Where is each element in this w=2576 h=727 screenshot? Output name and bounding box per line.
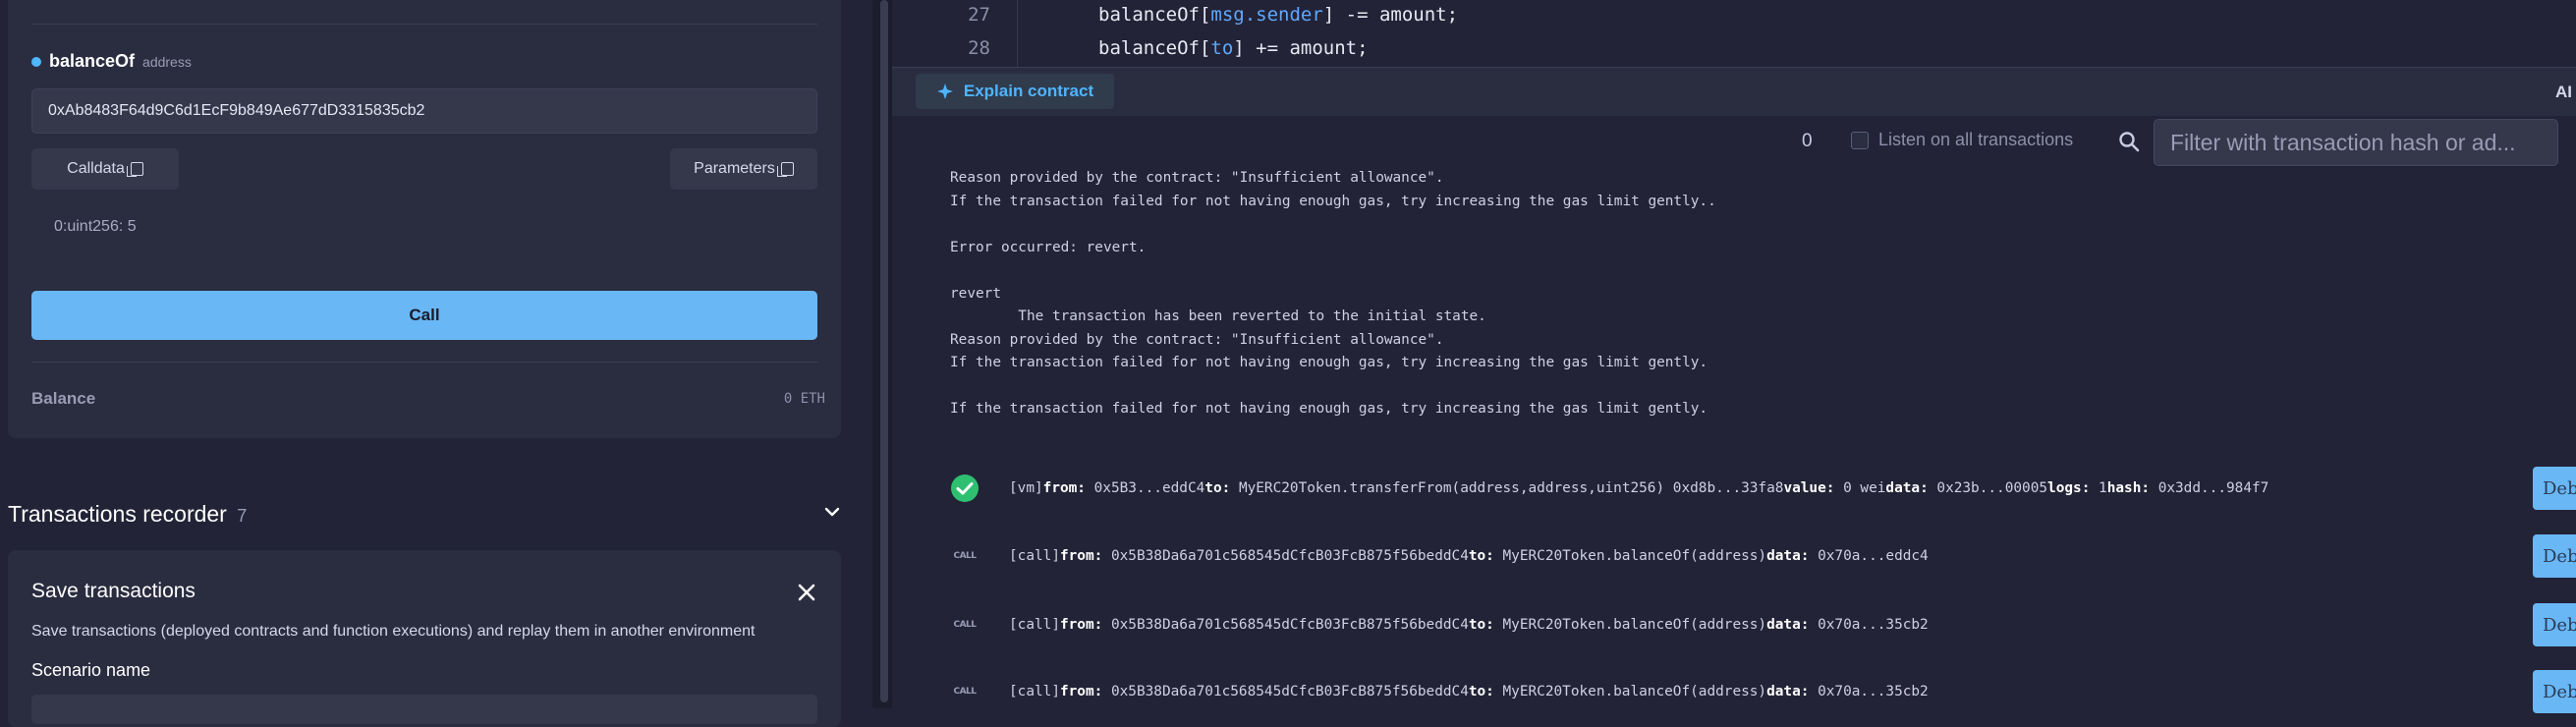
balance-value: 0 ETH bbox=[783, 391, 825, 407]
tx-to: MyERC20Token.balanceOf(address) bbox=[1502, 548, 1767, 564]
call-button[interactable]: Call bbox=[31, 291, 817, 340]
terminal-log-line: Reason provided by the contract: "Insuff… bbox=[950, 170, 1444, 186]
close-icon[interactable] bbox=[796, 582, 817, 603]
parameters-label: Parameters bbox=[694, 160, 775, 177]
calldata-copy-button[interactable]: Calldata bbox=[31, 148, 179, 190]
tx-logs: 1 bbox=[2099, 480, 2107, 496]
scenario-name-input[interactable] bbox=[31, 695, 817, 724]
function-param-type: address bbox=[142, 53, 192, 70]
search-icon[interactable] bbox=[2118, 131, 2140, 152]
divider bbox=[31, 24, 817, 25]
tx-data: 0x70a...35cb2 bbox=[1818, 684, 1929, 699]
debug-button[interactable]: Debug bbox=[2533, 603, 2576, 646]
address-input[interactable] bbox=[31, 88, 817, 134]
check-circle-icon bbox=[950, 474, 980, 503]
tx-tag: [call] bbox=[1009, 548, 1060, 564]
code-token: ] += amount; bbox=[1233, 37, 1369, 59]
debug-button[interactable]: Debug bbox=[2533, 467, 2576, 510]
transaction-row[interactable]: CALL [call] from: 0x5B38Da6a701c568545dCf… bbox=[950, 608, 1929, 642]
recorder-title[interactable]: Transactions recorder 7 bbox=[8, 501, 247, 528]
divider bbox=[31, 362, 817, 363]
function-header[interactable]: balanceOf address bbox=[31, 51, 192, 72]
terminal-log-line: The transaction has been reverted to the… bbox=[950, 308, 1486, 324]
line-number: 28 bbox=[968, 37, 990, 59]
code-token: ] -= amount; bbox=[1322, 4, 1459, 26]
line-number: 27 bbox=[968, 4, 990, 26]
code-text: balanceOf[msg.sender] -= amount; bbox=[1098, 4, 1458, 28]
tx-hash: 0x3dd...984f7 bbox=[2157, 480, 2269, 496]
listen-all-checkbox[interactable] bbox=[1851, 132, 1869, 149]
recorder-count: 7 bbox=[237, 506, 248, 526]
tx-from: 0x5B3...eddC4 bbox=[1093, 480, 1205, 496]
code-token: balanceOf[ bbox=[1098, 37, 1211, 59]
save-transactions-description: Save transactions (deployed contracts an… bbox=[31, 623, 756, 640]
tx-data: 0x70a...eddc4 bbox=[1818, 548, 1929, 564]
call-icon: CALL bbox=[953, 551, 977, 561]
code-keyword: to bbox=[1210, 37, 1234, 59]
code-token: balanceOf[ bbox=[1098, 4, 1211, 26]
terminal-log-line: If the transaction failed for not having… bbox=[950, 401, 1708, 417]
save-transactions-title: Save transactions bbox=[31, 580, 196, 602]
pending-transactions-count: 0 bbox=[1802, 131, 1813, 151]
terminal-bar bbox=[892, 67, 2576, 118]
debug-button[interactable]: Debug bbox=[2533, 534, 2576, 578]
transaction-filter-input[interactable] bbox=[2154, 119, 2558, 166]
tx-tag: [call] bbox=[1009, 617, 1060, 633]
explain-contract-button[interactable]: Explain contract bbox=[916, 74, 1114, 109]
scenario-name-label: Scenario name bbox=[31, 660, 151, 680]
tx-value: 0 wei bbox=[1843, 480, 1886, 496]
debug-button[interactable]: Debug bbox=[2533, 670, 2576, 713]
parameters-copy-button[interactable]: Parameters bbox=[670, 148, 817, 190]
tx-to: MyERC20Token.balanceOf(address) bbox=[1502, 617, 1767, 633]
terminal-log-line: Reason provided by the contract: "Insuff… bbox=[950, 332, 1444, 348]
tx-tag: [call] bbox=[1009, 684, 1060, 699]
calldata-label: Calldata bbox=[67, 160, 125, 177]
transaction-row[interactable]: CALL [call] from: 0x5B38Da6a701c568545dCf… bbox=[950, 675, 1929, 708]
terminal-log-line: If the transaction failed for not having… bbox=[950, 194, 1716, 209]
tx-data: 0x70a...35cb2 bbox=[1818, 617, 1929, 633]
function-dot-icon bbox=[31, 56, 41, 67]
copy-icon bbox=[126, 162, 143, 177]
transaction-row[interactable]: CALL [call] from: 0x5B38Da6a701c568545dCf… bbox=[950, 539, 1929, 573]
tx-to: MyERC20Token.transferFrom(address,addres… bbox=[1238, 480, 1784, 496]
tx-from: 0x5B38Da6a701c568545dCfcB03FcB875f56bedd… bbox=[1110, 617, 1469, 633]
tx-from: 0x5B38Da6a701c568545dCfcB03FcB875f56bedd… bbox=[1110, 684, 1469, 699]
tx-tag: [vm] bbox=[1009, 480, 1043, 496]
recorder-title-text: Transactions recorder bbox=[8, 501, 227, 527]
explain-contract-label: Explain contract bbox=[963, 82, 1094, 100]
transaction-row[interactable]: [vm] from: 0x5B3...eddC4 to: MyERC20Toke… bbox=[950, 472, 2268, 505]
function-name: balanceOf bbox=[49, 51, 136, 71]
listen-all-label[interactable]: Listen on all transactions bbox=[1878, 130, 2073, 150]
call-icon: CALL bbox=[953, 620, 977, 630]
call-result: 0:uint256: 5 bbox=[54, 218, 137, 235]
terminal-log-line: Error occurred: revert. bbox=[950, 240, 1147, 255]
code-line[interactable]: 28 balanceOf[to] += amount; bbox=[892, 37, 1369, 61]
left-panel: balanceOf address Calldata Parameters 0:… bbox=[0, 0, 865, 727]
chevron-down-icon[interactable] bbox=[823, 503, 841, 521]
terminal-log-line: If the transaction failed for not having… bbox=[950, 355, 1708, 370]
tx-from: 0x5B38Da6a701c568545dCfcB03FcB875f56bedd… bbox=[1110, 548, 1469, 564]
tx-data: 0x23b...00005 bbox=[1936, 480, 2048, 496]
terminal-log-line: revert bbox=[950, 286, 1001, 302]
sparkle-icon bbox=[936, 84, 953, 99]
code-line[interactable]: 27 balanceOf[msg.sender] -= amount; bbox=[892, 4, 1458, 28]
call-icon: CALL bbox=[953, 687, 977, 697]
tx-to: MyERC20Token.balanceOf(address) bbox=[1502, 684, 1767, 699]
balance-label: Balance bbox=[31, 389, 96, 408]
code-keyword: msg.sender bbox=[1210, 4, 1323, 26]
code-text: balanceOf[to] += amount; bbox=[1098, 37, 1369, 61]
copy-icon bbox=[776, 162, 794, 177]
ai-label[interactable]: AI bbox=[2555, 83, 2572, 102]
scrollbar[interactable] bbox=[880, 0, 888, 702]
